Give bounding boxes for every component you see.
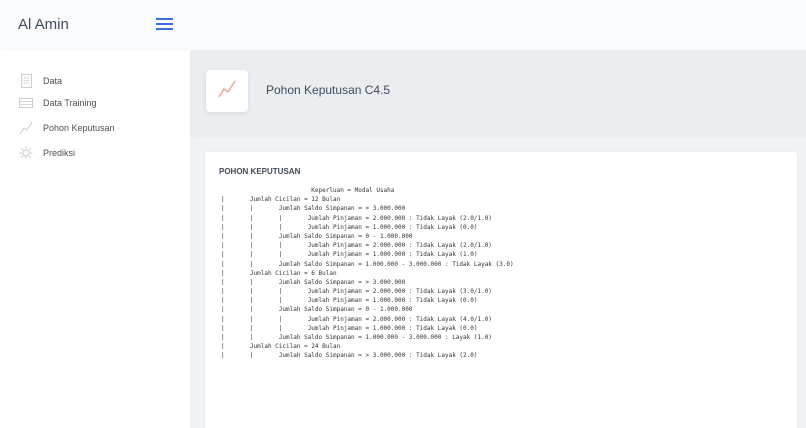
- tree-line: | | Jumlah Saldo Simpanan = 0 - 1.000.00…: [221, 306, 413, 314]
- tree-line: | | | Jumlah Pinjaman = 1.000.000 : Tida…: [221, 297, 478, 305]
- decision-tree-card: POHON KEPUTUSAN Keperluan = Modal Usaha |…: [205, 152, 797, 428]
- tree-line: | | Jumlah Saldo Simpanan = 0 - 1.000.00…: [221, 232, 413, 240]
- menu-toggle-icon[interactable]: [156, 18, 173, 31]
- tree-line: | | Jumlah Saldo Simpanan = > 3.000.000: [221, 278, 406, 286]
- tree-line: | | | Jumlah Pinjaman = 1.000.000 : Tida…: [221, 324, 478, 332]
- tree-line: | | | Jumlah Pinjaman = 2.000.000 : Tida…: [221, 242, 492, 250]
- decision-tree-text: Keperluan = Modal Usaha | Jumlah Cicilan …: [221, 186, 514, 361]
- card-title: POHON KEPUTUSAN: [219, 167, 301, 176]
- sidebar-item-label: Data Training: [43, 98, 97, 108]
- tree-line: | | Jumlah Saldo Simpanan = > 3.000.000: [221, 205, 406, 213]
- document-icon: [18, 73, 34, 89]
- tree-line: | | | Jumlah Pinjaman = 2.000.000 : Tida…: [221, 288, 492, 296]
- sidebar-item-data[interactable]: Data: [18, 72, 62, 90]
- chart-line-icon: [18, 120, 34, 136]
- app-brand[interactable]: Al Amin: [18, 16, 69, 33]
- tree-line: | | Jumlah Saldo Simpanan = > 3.000.000 …: [221, 352, 478, 360]
- sidebar-item-data-training[interactable]: Data Training: [18, 94, 97, 112]
- sidebar-item-prediksi[interactable]: Prediksi: [18, 144, 75, 162]
- gear-icon: [18, 145, 34, 161]
- top-header: Al Amin: [0, 0, 806, 50]
- chart-line-icon: [217, 79, 237, 104]
- tree-line: Keperluan = Modal Usaha: [221, 187, 395, 194]
- tree-line: | Jumlah Cicilan = 12 Bulan: [221, 196, 341, 204]
- sidebar-item-label: Prediksi: [43, 148, 76, 158]
- tree-line: | Jumlah Cicilan = 24 Bulan: [221, 343, 341, 351]
- tree-line: | | | Jumlah Pinjaman = 1.000.000 : Tida…: [221, 223, 478, 231]
- table-icon: [18, 95, 34, 111]
- sidebar: Data Data Training Pohon Keputusan Predi…: [0, 50, 190, 428]
- tree-line: | | | Jumlah Pinjaman = 1.000.000 : Tida…: [221, 251, 478, 259]
- tree-line: | | | Jumlah Pinjaman = 2.000.000 : Tida…: [221, 315, 492, 323]
- sidebar-item-label: Pohon Keputusan: [43, 123, 115, 133]
- page-icon-box: [206, 70, 248, 112]
- sidebar-item-pohon-keputusan[interactable]: Pohon Keputusan: [18, 119, 115, 137]
- sidebar-item-label: Data: [43, 76, 63, 86]
- tree-line: | | Jumlah Saldo Simpanan = 1.000.000 - …: [221, 260, 514, 268]
- tree-line: | | | Jumlah Pinjaman = 2.000.000 : Tida…: [221, 214, 492, 222]
- page-title: Pohon Keputusan C4.5: [266, 83, 391, 97]
- tree-line: | Jumlah Cicilan = 6 Bulan: [221, 269, 337, 277]
- page-title-band: Pohon Keputusan C4.5: [190, 50, 806, 138]
- tree-line: | | Jumlah Saldo Simpanan = 1.000.000 - …: [221, 334, 492, 341]
